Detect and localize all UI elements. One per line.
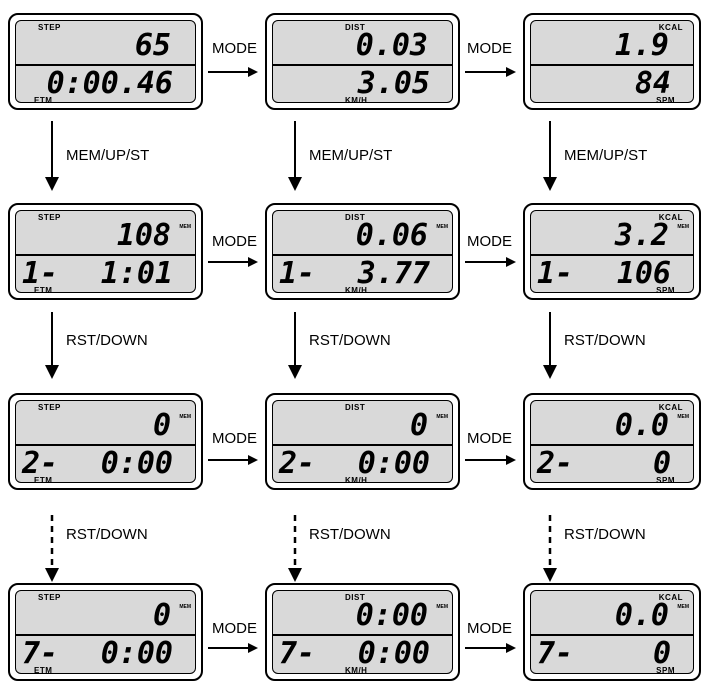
down-arrow-icon [543, 515, 557, 582]
rst-down-label: RST/DOWN [564, 526, 646, 543]
